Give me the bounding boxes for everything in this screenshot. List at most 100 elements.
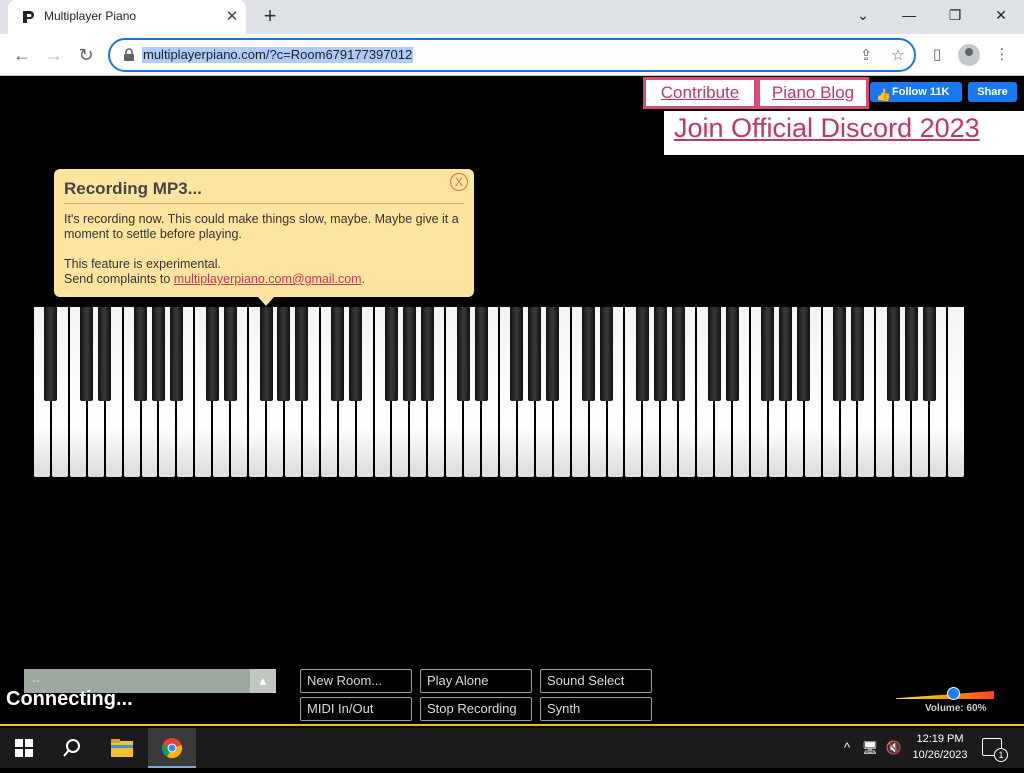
notification-body: It's recording now. This could make thin… (64, 212, 464, 287)
new-room-button[interactable]: New Room... (300, 669, 412, 693)
piano-black-key[interactable] (886, 307, 900, 401)
volume-knob[interactable] (946, 687, 960, 700)
facebook-follow-label: Follow 11K (892, 86, 950, 98)
piano-black-key[interactable] (349, 307, 363, 401)
bookmark-star-icon[interactable]: ☆ (888, 46, 908, 66)
minimize-icon[interactable]: — (886, 0, 932, 30)
browser-toolbar: ← → ↻ multiplayerpiano.com/?c=Room679177… (0, 34, 1024, 76)
connection-status: Connecting... (6, 688, 133, 710)
piano-black-key[interactable] (420, 307, 434, 401)
piano-black-key[interactable] (761, 307, 775, 401)
page-bottom-border (0, 724, 1024, 726)
back-icon[interactable]: ← (10, 43, 34, 67)
piano-black-key[interactable] (134, 307, 148, 401)
clock-time: 12:19 PM (916, 733, 964, 745)
piano-black-key[interactable] (98, 307, 112, 401)
piano-black-key[interactable] (833, 307, 847, 401)
taskbar-clock[interactable]: 12:19 PM 10/26/2023 (906, 731, 974, 763)
piano-black-key[interactable] (80, 307, 94, 401)
piano-black-key[interactable] (151, 307, 165, 401)
discord-banner[interactable]: Join Official Discord 2023 (664, 111, 1024, 155)
tray-overflow-icon[interactable]: ^ (838, 728, 856, 768)
profile-avatar-icon[interactable] (958, 44, 980, 66)
forward-icon[interactable]: → (42, 43, 66, 67)
address-bar[interactable]: multiplayerpiano.com/?c=Room679177397012… (108, 38, 916, 72)
piano-black-key[interactable] (277, 307, 291, 401)
piano-black-key[interactable] (671, 307, 685, 401)
search-icon[interactable] (48, 728, 96, 768)
piano-black-key[interactable] (653, 307, 667, 401)
piano-black-key[interactable] (600, 307, 614, 401)
piano-black-key[interactable] (44, 307, 58, 401)
piano-black-key[interactable] (797, 307, 811, 401)
synth-button[interactable]: Synth (540, 697, 652, 721)
piano-black-key[interactable] (259, 307, 273, 401)
clock-date: 10/26/2023 (912, 749, 968, 761)
volume-slider[interactable] (896, 687, 994, 701)
tab-close-icon[interactable]: ✕ (222, 7, 242, 27)
piano-white-key[interactable] (948, 307, 964, 477)
sound-select-button[interactable]: Sound Select (540, 669, 652, 693)
volume-track (896, 691, 994, 699)
play-alone-button[interactable]: Play Alone (420, 669, 532, 693)
piano-black-key[interactable] (384, 307, 398, 401)
network-icon[interactable]: 🖥 (860, 728, 880, 768)
midi-in-out-button[interactable]: MIDI In/Out (300, 697, 412, 721)
piano-black-key[interactable] (456, 307, 470, 401)
complaints-prefix: Send complaints to (64, 272, 174, 286)
recording-notification: Recording MP3... X It's recording now. T… (54, 169, 474, 306)
piano-black-key[interactable] (169, 307, 183, 401)
piano-black-key[interactable] (331, 307, 345, 401)
piano-black-key[interactable] (707, 307, 721, 401)
notification-divider (64, 203, 464, 204)
chrome-taskbar-icon[interactable] (148, 728, 196, 768)
browser-tab[interactable]: Multiplayer Piano ✕ (8, 0, 246, 34)
reload-icon[interactable]: ↻ (74, 43, 98, 67)
piano-black-key[interactable] (528, 307, 542, 401)
chat-expand-icon[interactable]: ▲ (250, 669, 276, 693)
piano-black-key[interactable] (223, 307, 237, 401)
tab-search-icon[interactable]: ⌄ (840, 0, 886, 30)
piano-black-key[interactable] (402, 307, 416, 401)
complaints-suffix: . (361, 272, 366, 286)
piano-black-key[interactable] (295, 307, 309, 401)
notification-close-icon[interactable]: X (450, 173, 468, 191)
contribute-link[interactable]: Contribute (643, 77, 757, 109)
stop-recording-button[interactable]: Stop Recording (420, 697, 532, 721)
tab-strip: Multiplayer Piano ✕ + ⌄ — ❐ ✕ (0, 0, 1024, 34)
notification-text-2: This feature is experimental. (64, 257, 222, 271)
menu-kebab-icon[interactable]: ⋮ (991, 44, 1013, 66)
piano-black-key[interactable] (635, 307, 649, 401)
piano-black-key[interactable] (904, 307, 918, 401)
piano-black-key[interactable] (582, 307, 596, 401)
notification-text-3: Send complaints to multiplayerpiano.com@… (64, 272, 464, 287)
piano-black-key[interactable] (510, 307, 524, 401)
piano-black-key[interactable] (205, 307, 219, 401)
piano-favicon-icon (23, 11, 34, 23)
url-text[interactable]: multiplayerpiano.com/?c=Room679177397012 (142, 47, 414, 63)
share-page-icon[interactable]: ⇪ (856, 46, 876, 66)
piano-black-key[interactable] (922, 307, 936, 401)
piano-black-key[interactable] (725, 307, 739, 401)
volume-muted-icon[interactable]: 🔇 (884, 728, 904, 768)
piano-blog-link[interactable]: Piano Blog (757, 77, 869, 109)
piano-black-key[interactable] (474, 307, 488, 401)
piano-black-key[interactable] (546, 307, 560, 401)
volume-label: Volume: 60% (925, 703, 987, 714)
notification-pointer (258, 297, 274, 306)
close-window-icon[interactable]: ✕ (978, 0, 1024, 30)
thumbs-up-icon: 👍 (876, 88, 891, 102)
email-link[interactable]: multiplayerpiano.com@gmail.com (174, 272, 362, 286)
facebook-share-button[interactable]: Share (968, 82, 1017, 102)
piano-black-key[interactable] (779, 307, 793, 401)
side-panel-icon[interactable]: ▯ (926, 44, 948, 66)
facebook-follow-button[interactable]: 👍 Follow 11K (870, 82, 962, 102)
windows-start-icon[interactable] (0, 728, 48, 768)
piano-black-key[interactable] (850, 307, 864, 401)
notification-title: Recording MP3... (64, 179, 202, 198)
restore-icon[interactable]: ❐ (932, 0, 978, 30)
discord-link[interactable]: Join Official Discord 2023 (674, 113, 980, 144)
piano-keyboard[interactable] (33, 307, 965, 477)
new-tab-icon[interactable]: + (258, 5, 282, 28)
file-explorer-icon[interactable] (98, 728, 146, 768)
